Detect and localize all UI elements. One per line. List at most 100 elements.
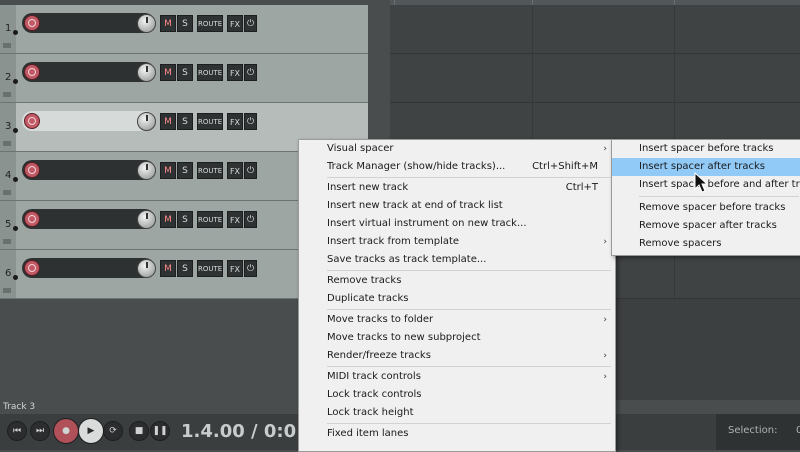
solo-button[interactable]: S — [177, 64, 193, 81]
track-number-cell[interactable]: 6 — [0, 250, 18, 298]
track-number-cell[interactable]: 1 — [0, 5, 18, 53]
folder-icon[interactable] — [3, 288, 11, 293]
route-button[interactable]: ROUTE — [197, 64, 223, 81]
menu-item-visual-spacer[interactable]: Visual spacer › — [299, 140, 615, 158]
route-button[interactable]: ROUTE — [197, 113, 223, 130]
track-name-field[interactable] — [22, 209, 155, 229]
track-name-field[interactable] — [22, 258, 155, 278]
solo-button[interactable]: S — [177, 162, 193, 179]
route-button[interactable]: ROUTE — [197, 260, 223, 277]
track-name-field[interactable] — [22, 160, 155, 180]
menu-item-lock-track-height[interactable]: Lock track height — [299, 404, 615, 422]
record-arm-button[interactable] — [24, 15, 40, 31]
folder-icon[interactable] — [3, 92, 11, 97]
track-name-field[interactable] — [22, 111, 155, 131]
mute-button[interactable]: M — [160, 64, 176, 81]
fx-bypass-power-icon[interactable]: ⏻ — [244, 211, 257, 228]
route-button[interactable]: ROUTE — [197, 15, 223, 32]
mute-button[interactable]: M — [160, 211, 176, 228]
mute-button[interactable]: M — [160, 260, 176, 277]
volume-knob[interactable] — [137, 259, 156, 278]
mute-button[interactable]: M — [160, 15, 176, 32]
track-select-dot-icon[interactable] — [13, 79, 18, 84]
solo-button[interactable]: S — [177, 15, 193, 32]
menu-item-track-manager-show-hide-tracks[interactable]: Track Manager (show/hide tracks)... Ctrl+… — [299, 158, 615, 176]
menu-item-move-tracks-to-folder[interactable]: Move tracks to folder › — [299, 311, 615, 329]
play-button[interactable]: ▶ — [78, 418, 104, 444]
folder-icon[interactable] — [3, 239, 11, 244]
volume-knob[interactable] — [137, 210, 156, 229]
go-to-end-button[interactable]: ⏭ — [30, 421, 50, 441]
menu-item-move-tracks-to-new-subproject[interactable]: Move tracks to new subproject — [299, 329, 615, 347]
volume-knob[interactable] — [137, 161, 156, 180]
submenu-item-remove-spacer-after-tracks[interactable]: Remove spacer after tracks — [612, 217, 800, 235]
fx-bypass-power-icon[interactable]: ⏻ — [244, 64, 257, 81]
folder-icon[interactable] — [3, 141, 11, 146]
mute-button[interactable]: M — [160, 162, 176, 179]
route-button[interactable]: ROUTE — [197, 211, 223, 228]
menu-item-save-tracks-as-track-template[interactable]: Save tracks as track template... — [299, 251, 615, 269]
menu-item-label: Save tracks as track template... — [327, 254, 487, 265]
menu-item-insert-new-track-at-end-of-track-list[interactable]: Insert new track at end of track list — [299, 197, 615, 215]
track-lane[interactable] — [390, 54, 800, 103]
track-number-cell[interactable]: 4 — [0, 152, 18, 200]
track-select-dot-icon[interactable] — [13, 30, 18, 35]
record-arm-button[interactable] — [24, 162, 40, 178]
record-arm-button[interactable] — [24, 64, 40, 80]
fx-button[interactable]: FX — [227, 211, 243, 228]
submenu-item-remove-spacers[interactable]: Remove spacers — [612, 235, 800, 253]
stop-button[interactable]: ■ — [129, 421, 149, 441]
fx-bypass-power-icon[interactable]: ⏻ — [244, 162, 257, 179]
menu-item-render-freeze-tracks[interactable]: Render/freeze tracks › — [299, 347, 615, 365]
record-arm-button[interactable] — [24, 211, 40, 227]
menu-item-insert-new-track[interactable]: Insert new track Ctrl+T — [299, 179, 615, 197]
fx-button[interactable]: FX — [227, 64, 243, 81]
folder-icon[interactable] — [3, 43, 11, 48]
track-name-field[interactable] — [22, 62, 155, 82]
solo-button[interactable]: S — [177, 260, 193, 277]
menu-item-label: Remove tracks — [327, 275, 402, 286]
volume-knob[interactable] — [137, 14, 156, 33]
track-number-cell[interactable]: 3 — [0, 103, 18, 151]
go-to-start-button[interactable]: ⏮ — [7, 421, 27, 441]
submenu-item-remove-spacer-before-tracks[interactable]: Remove spacer before tracks — [612, 199, 800, 217]
fx-bypass-power-icon[interactable]: ⏻ — [244, 15, 257, 32]
menu-item-insert-track-from-template[interactable]: Insert track from template › — [299, 233, 615, 251]
track-select-dot-icon[interactable] — [13, 226, 18, 231]
record-arm-button[interactable] — [24, 113, 40, 129]
solo-button[interactable]: S — [177, 211, 193, 228]
pause-button[interactable]: ❚❚ — [150, 421, 170, 441]
repeat-button[interactable]: ⟳ — [103, 421, 123, 441]
route-button[interactable]: ROUTE — [197, 162, 223, 179]
record-arm-button[interactable] — [24, 260, 40, 276]
mute-button[interactable]: M — [160, 113, 176, 130]
fx-button[interactable]: FX — [227, 162, 243, 179]
record-button[interactable]: ● — [53, 418, 79, 444]
fx-button[interactable]: FX — [227, 15, 243, 32]
fx-button[interactable]: FX — [227, 260, 243, 277]
track-number-cell[interactable]: 5 — [0, 201, 18, 249]
volume-knob[interactable] — [137, 112, 156, 131]
menu-item-midi-track-controls[interactable]: MIDI track controls › — [299, 368, 615, 386]
fx-bypass-power-icon[interactable]: ⏻ — [244, 260, 257, 277]
menu-item-lock-track-controls[interactable]: Lock track controls — [299, 386, 615, 404]
track-select-dot-icon[interactable] — [13, 177, 18, 182]
menu-item-duplicate-tracks[interactable]: Duplicate tracks — [299, 290, 615, 308]
menu-item-insert-virtual-instrument-on-new-track[interactable]: Insert virtual instrument on new track..… — [299, 215, 615, 233]
volume-knob[interactable] — [137, 63, 156, 82]
submenu-arrow-icon: › — [603, 237, 607, 247]
menu-item-remove-tracks[interactable]: Remove tracks — [299, 272, 615, 290]
folder-icon[interactable] — [3, 190, 11, 195]
track-select-dot-icon[interactable] — [13, 128, 18, 133]
track-1[interactable]: 1 M S ROUTE FX ⏻ — [0, 5, 368, 54]
fx-bypass-power-icon[interactable]: ⏻ — [244, 113, 257, 130]
track-lane[interactable] — [390, 5, 800, 54]
track-name-field[interactable] — [22, 13, 155, 33]
track-2[interactable]: 2 M S ROUTE FX ⏻ — [0, 54, 368, 103]
submenu-item-insert-spacer-before-tracks[interactable]: Insert spacer before tracks — [612, 140, 800, 158]
solo-button[interactable]: S — [177, 113, 193, 130]
menu-item-fixed-item-lanes[interactable]: Fixed item lanes — [299, 425, 615, 443]
track-select-dot-icon[interactable] — [13, 275, 18, 280]
fx-button[interactable]: FX — [227, 113, 243, 130]
track-number-cell[interactable]: 2 — [0, 54, 18, 102]
